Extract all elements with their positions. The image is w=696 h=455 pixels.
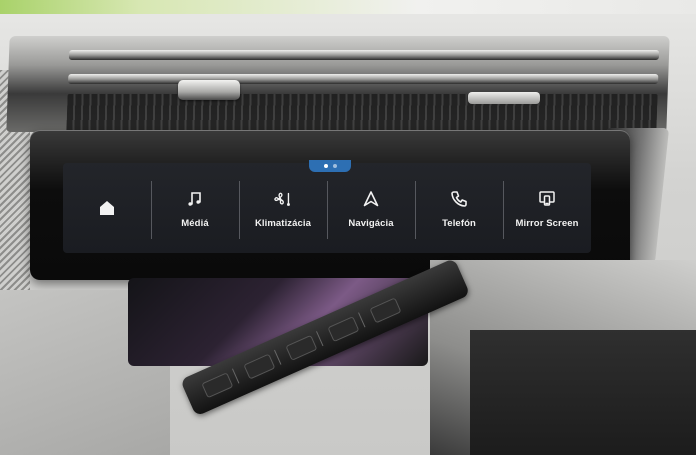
navigation-arrow-icon [360,188,382,210]
air-vent-assembly [6,36,670,134]
console-button-2[interactable] [243,353,276,380]
console-separator [358,312,366,328]
tile-phone[interactable]: Telefón [415,163,503,253]
tile-media-label: Médiá [181,217,209,229]
page-dot-active [323,164,328,168]
fan-climate-icon [272,188,294,210]
tile-navigation[interactable]: Navigácia [327,163,415,253]
car-dashboard-scene: Médiá Klimatizácia Navigácia Telefón Mir… [0,0,696,455]
console-button-4[interactable] [327,316,360,343]
console-button-5[interactable] [369,297,402,324]
tile-climate-label: Klimatizácia [254,217,312,229]
console-separator [231,368,240,384]
tile-phone-label: Telefón [442,217,476,229]
home-icon [96,197,118,219]
vent-grille [66,94,658,134]
console-button-3[interactable] [285,334,318,361]
vent-adjust-knob-left[interactable] [178,80,240,100]
tile-climate[interactable]: Klimatizácia [239,163,327,253]
console-separator [274,349,282,365]
tile-navigation-label: Navigácia [348,217,394,229]
page-indicator[interactable] [309,160,351,172]
vent-adjust-knob-right[interactable] [468,92,540,104]
vent-blade-middle [68,74,659,84]
tile-mirror-screen-label: Mirror Screen [515,217,579,229]
console-button-1[interactable] [201,372,234,399]
phone-icon [448,188,470,210]
page-dot-inactive [332,164,337,168]
vent-blade-top [68,50,660,60]
upper-trim [0,0,696,14]
tile-mirror-screen[interactable]: Mirror Screen [503,163,591,253]
console-separator [316,331,324,347]
center-console-shadow [470,330,696,455]
mirror-screen-icon [536,188,558,210]
tile-home[interactable] [63,163,151,253]
shortcut-touchscreen: Médiá Klimatizácia Navigácia Telefón Mir… [63,163,591,253]
tile-media[interactable]: Médiá [151,163,239,253]
music-note-icon [184,188,206,210]
